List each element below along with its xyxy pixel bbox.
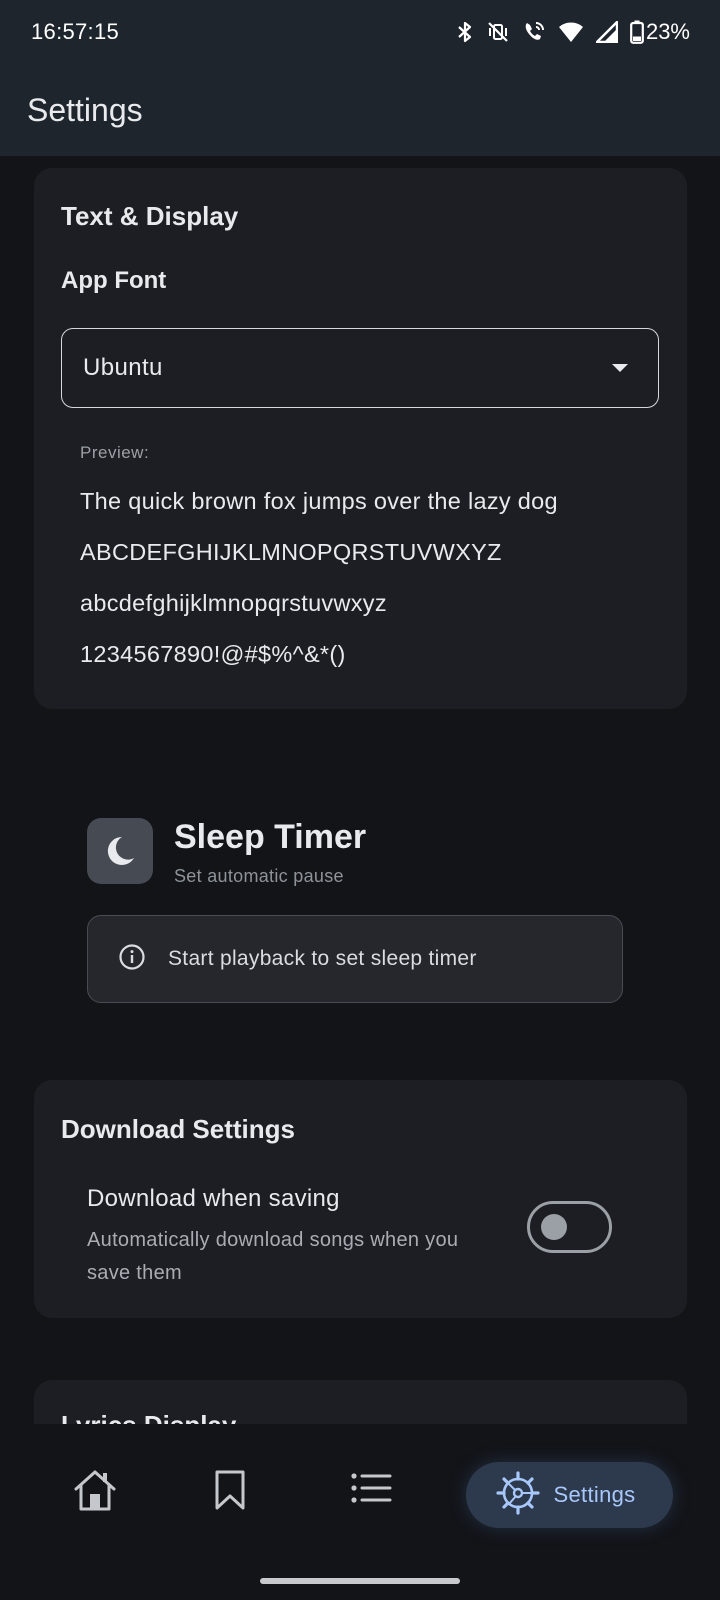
home-icon bbox=[72, 1468, 118, 1517]
list-icon bbox=[350, 1468, 392, 1513]
wifi-icon bbox=[558, 21, 584, 43]
nav-queue[interactable] bbox=[350, 1468, 392, 1513]
download-settings-card: Download Settings Download when saving A… bbox=[34, 1080, 687, 1318]
sleep-timer-info-text: Start playback to set sleep timer bbox=[168, 947, 477, 970]
download-settings-title: Download Settings bbox=[61, 1114, 295, 1144]
preview-lowercase: abcdefghijklmnopqrstuvwxyz bbox=[80, 590, 387, 616]
home-indicator[interactable] bbox=[260, 1578, 460, 1584]
preview-symbols: 1234567890!@#$%^&*() bbox=[80, 641, 346, 667]
preview-label: Preview: bbox=[80, 443, 150, 462]
sleep-timer-info-box: Start playback to set sleep timer bbox=[87, 915, 623, 1003]
app-font-label: App Font bbox=[61, 267, 167, 294]
nav-settings-label: Settings bbox=[553, 1482, 636, 1507]
lyrics-display-card: Lyrics Display bbox=[34, 1380, 687, 1424]
download-when-saving-description: Automatically download songs when you sa… bbox=[87, 1229, 459, 1284]
preview-sentence: The quick brown fox jumps over the lazy … bbox=[80, 488, 558, 514]
dropdown-arrow-icon bbox=[612, 364, 628, 372]
info-icon bbox=[118, 943, 146, 976]
preview-uppercase: ABCDEFGHIJKLMNOPQRSTUVWXYZ bbox=[80, 539, 502, 565]
status-time: 16:57:15 bbox=[31, 19, 120, 44]
vibrate-off-icon bbox=[486, 20, 510, 44]
bottom-navigation: Settings bbox=[0, 1424, 720, 1600]
bluetooth-icon bbox=[456, 20, 474, 44]
moon-icon bbox=[87, 818, 153, 884]
toggle-knob bbox=[541, 1214, 567, 1240]
page-title: Settings bbox=[27, 91, 143, 128]
lyrics-display-title: Lyrics Display bbox=[61, 1410, 236, 1424]
text-display-title: Text & Display bbox=[61, 201, 239, 231]
app-font-dropdown[interactable]: Ubuntu bbox=[61, 328, 659, 408]
signal-icon bbox=[595, 21, 618, 43]
status-bar: 16:57:15 23% bbox=[0, 0, 720, 64]
settings-icon bbox=[495, 1470, 540, 1520]
nav-saved[interactable] bbox=[213, 1468, 247, 1517]
sleep-timer-title: Sleep Timer bbox=[174, 818, 367, 856]
nav-settings[interactable]: Settings bbox=[466, 1462, 673, 1528]
download-when-saving-toggle[interactable] bbox=[527, 1201, 612, 1253]
settings-screen: 16:57:15 23% Settings Text & Display App… bbox=[0, 0, 720, 1600]
settings-list[interactable]: Text & Display App Font Ubuntu Preview: … bbox=[0, 156, 720, 1424]
nav-home[interactable] bbox=[72, 1468, 118, 1517]
bookmark-icon bbox=[213, 1468, 247, 1517]
app-bar: Settings bbox=[0, 64, 720, 156]
battery-indicator: 23% bbox=[630, 19, 690, 45]
sleep-timer-subtitle: Set automatic pause bbox=[174, 866, 344, 886]
status-icons: 23% bbox=[456, 19, 690, 45]
text-display-card: Text & Display App Font Ubuntu Preview: … bbox=[34, 168, 687, 709]
battery-icon bbox=[630, 20, 644, 44]
sleep-timer-section: Sleep Timer Set automatic pause Start pl… bbox=[50, 776, 670, 1016]
download-when-saving-label: Download when saving bbox=[87, 1185, 340, 1212]
battery-percent: 23% bbox=[645, 19, 690, 44]
app-font-value: Ubuntu bbox=[83, 354, 163, 381]
wifi-calling-icon bbox=[522, 20, 546, 44]
